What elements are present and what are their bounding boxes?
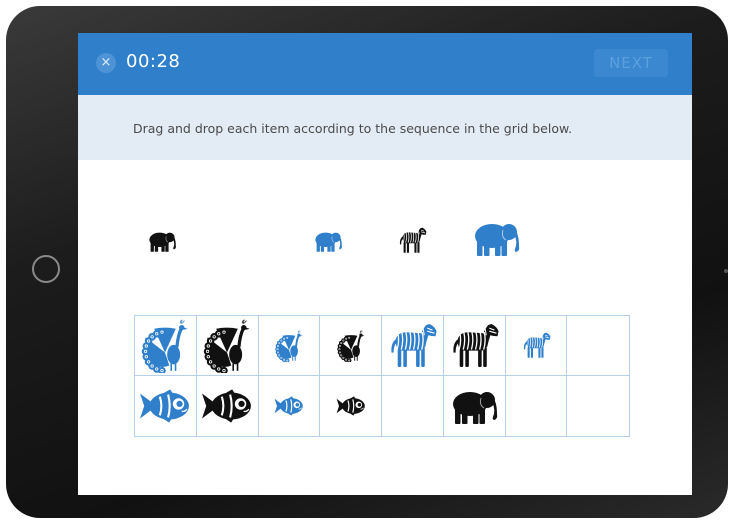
next-button[interactable]: NEXT	[594, 49, 668, 77]
sequence-item-elephant-icon[interactable]	[470, 218, 522, 258]
grid-cell[interactable]	[197, 376, 259, 436]
fish-icon[interactable]	[139, 389, 191, 423]
grid-cell-empty[interactable]	[567, 316, 629, 376]
grid-cell[interactable]	[444, 376, 506, 436]
zebra-icon[interactable]	[521, 332, 551, 359]
sequence-item-elephant-icon[interactable]	[146, 229, 178, 253]
grid-cell-empty[interactable]	[567, 376, 629, 436]
grid-cell[interactable]	[382, 316, 444, 376]
instruction-text: Drag and drop each item according to the…	[133, 121, 573, 136]
grid-cell[interactable]	[135, 376, 197, 436]
app-screen: × 00:28 NEXT Drag and drop each item acc…	[78, 33, 692, 495]
home-button[interactable]	[32, 255, 60, 283]
fish-icon[interactable]	[201, 389, 253, 423]
grid-cell[interactable]	[443, 316, 506, 376]
peacock-icon[interactable]	[200, 318, 254, 373]
grid-cell[interactable]	[258, 316, 321, 376]
grid-cell-empty[interactable]	[506, 376, 568, 436]
elephant-icon[interactable]	[448, 386, 500, 426]
camera-dot	[724, 269, 728, 273]
peacock-icon[interactable]	[335, 329, 367, 362]
grid-cell[interactable]	[320, 316, 382, 376]
top-bar: × 00:28 NEXT	[78, 33, 692, 95]
grid-cell-empty[interactable]	[382, 376, 444, 436]
zebra-icon[interactable]	[448, 323, 500, 369]
grid-cell[interactable]	[505, 316, 568, 376]
fish-icon[interactable]	[336, 396, 366, 416]
close-button[interactable]: ×	[96, 53, 116, 73]
grid-cell[interactable]	[135, 316, 197, 376]
grid-cell[interactable]	[259, 376, 321, 436]
sequence-item-elephant-icon[interactable]	[312, 229, 344, 253]
answer-grid	[134, 315, 630, 437]
timer: 00:28	[126, 51, 181, 72]
instruction-bar: Drag and drop each item according to the…	[78, 95, 692, 160]
peacock-icon[interactable]	[273, 329, 305, 362]
grid-cell[interactable]	[196, 316, 259, 376]
fish-icon[interactable]	[274, 396, 304, 416]
sequence-item-zebra-icon[interactable]	[397, 227, 427, 254]
grid-cell[interactable]	[320, 376, 382, 436]
peacock-icon[interactable]	[138, 318, 192, 373]
zebra-icon[interactable]	[386, 323, 438, 369]
